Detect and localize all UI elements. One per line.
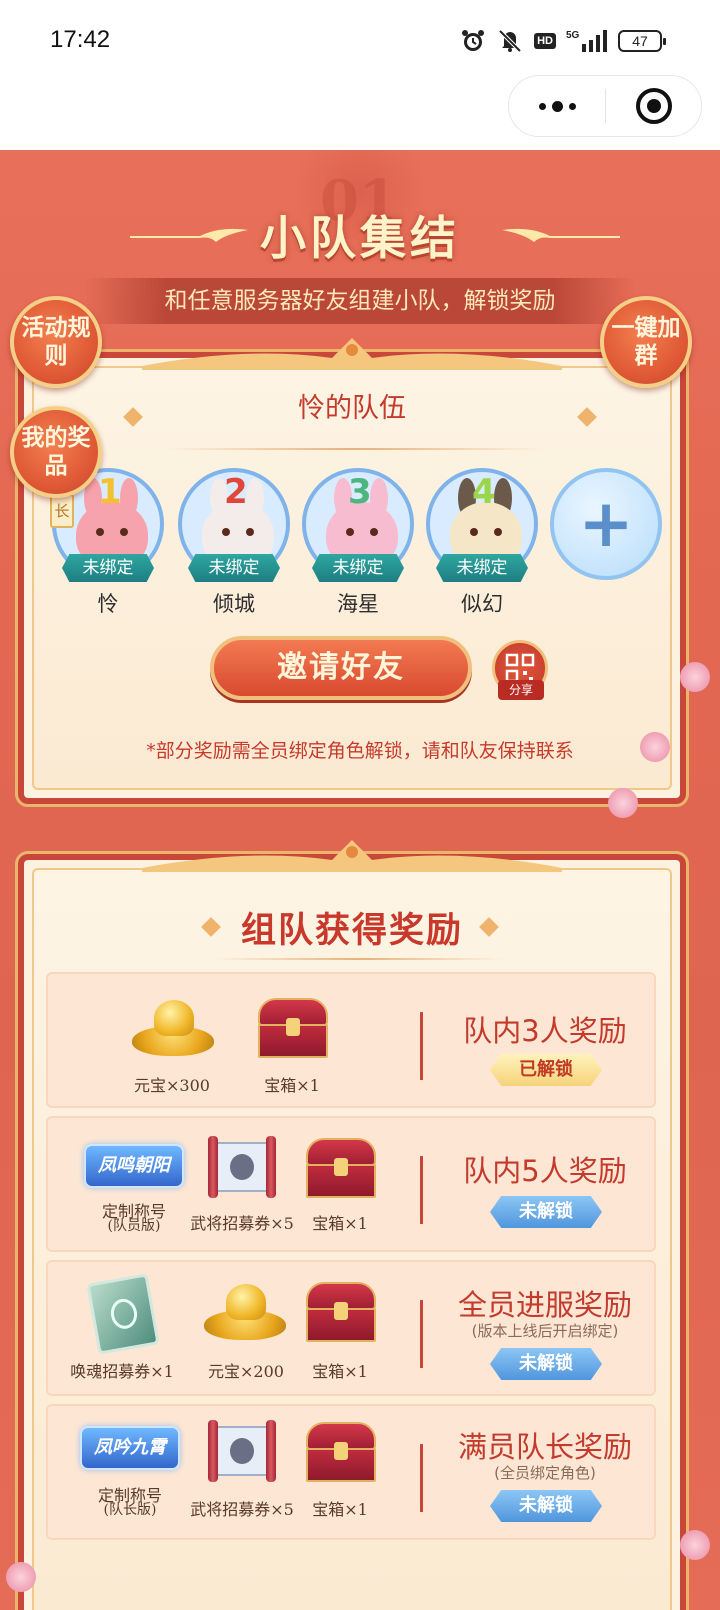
card-crown-ornament [142, 338, 562, 370]
wing-left-icon [130, 228, 248, 242]
reward-item: 宝箱×1 [304, 1422, 378, 1519]
rewards-divider [214, 958, 504, 960]
ingot-icon [204, 1282, 286, 1344]
mute-icon [498, 29, 522, 53]
card-crown-ornament [142, 840, 562, 872]
reward-item: 唤魂招募券×1 [70, 1273, 174, 1381]
blossom-decor [680, 662, 710, 692]
blossom-decor [680, 1530, 710, 1560]
my-prizes-button[interactable]: 我的奖品 [10, 406, 102, 498]
reward-item: 凤鸣朝阳 定制称号 (队员版) [84, 1144, 184, 1234]
rewards-title: 组队获得奖励 [240, 910, 463, 951]
title-badge-icon: 凤吟九霄 [80, 1426, 180, 1470]
status-bar: 17:42 HD 5G 47 [0, 0, 720, 80]
alarm-icon [462, 30, 485, 51]
treasure-chest-icon [304, 1422, 378, 1484]
row-divider [420, 1444, 423, 1512]
member-slot[interactable]: 2 未绑定 倾城 [178, 468, 290, 618]
treasure-chest-icon [304, 1282, 378, 1344]
event-page: 01 小队集结 和任意服务器好友组建小队，解锁奖励 怜的队伍 1 未绑定 怜 2 [0, 150, 720, 1610]
blossom-decor [640, 732, 670, 762]
member-slot[interactable]: 3 未绑定 海星 [302, 468, 414, 618]
reward-row: 元宝×300 宝箱×1 队内3人奖励 已解锁 [46, 972, 656, 1108]
reward-item: 宝箱×1 [304, 1282, 378, 1381]
reward-row: 凤鸣朝阳 定制称号 (队员版) 武将招募券×5 宝箱×1 队内5人奖励 未解锁 [46, 1116, 656, 1252]
summon-card-icon [86, 1273, 160, 1355]
plus-icon: + [578, 485, 634, 562]
leader-tag: 长 [50, 494, 74, 528]
avatar-number: 1 [98, 472, 122, 512]
target-close-icon [635, 88, 672, 124]
blossom-decor [6, 1562, 36, 1592]
hd-icon: HD [534, 33, 556, 49]
share-label: 分享 [498, 680, 544, 700]
unlock-status-badge: 未解锁 [490, 1196, 602, 1228]
member-name: 海星 [337, 592, 379, 616]
member-name: 倾城 [213, 592, 255, 616]
reward-tier-title: 满员队长奖励 [457, 1430, 632, 1464]
bind-status-badge: 未绑定 [62, 554, 154, 582]
blossom-decor [608, 788, 638, 818]
reward-tier-note: (全员绑定角色) [494, 1464, 596, 1482]
status-icons: HD 5G 47 [460, 28, 666, 54]
join-group-button[interactable]: 一键加群 [600, 296, 692, 388]
hero-title-wrap: 小队集结 [0, 202, 720, 268]
row-divider [420, 1012, 423, 1080]
unlock-status-badge: 未解锁 [490, 1490, 602, 1522]
reward-item: 武将招募券×5 [190, 1418, 294, 1519]
scroll-icon [206, 1134, 278, 1200]
bind-status-badge: 未绑定 [436, 554, 528, 582]
reward-tier-title: 全员进服奖励 [457, 1288, 632, 1322]
rules-button[interactable]: 活动规则 [10, 296, 102, 388]
signal-5g-icon: 5G [566, 30, 607, 52]
unlock-status-badge: 未解锁 [490, 1348, 602, 1380]
member-slot[interactable]: 4 未绑定 似幻 [426, 468, 538, 618]
row-divider [420, 1156, 423, 1224]
treasure-chest-icon [304, 1138, 378, 1200]
avatar-number: 2 [224, 472, 248, 512]
reward-item-label: 宝箱×1 [312, 1500, 368, 1519]
reward-item: 凤吟九霄 定制称号 (队长版) [80, 1426, 180, 1518]
row-divider [420, 1300, 423, 1368]
status-time: 17:42 [50, 26, 111, 53]
page-subtitle: 和任意服务器好友组建小队，解锁奖励 [84, 278, 636, 324]
unlock-status-badge: 已解锁 [490, 1054, 602, 1086]
reward-item-label: 宝箱×1 [312, 1214, 368, 1233]
treasure-chest-icon [256, 998, 330, 1060]
reward-tier-title: 队内5人奖励 [463, 1154, 627, 1188]
bind-status-badge: 未绑定 [312, 554, 404, 582]
reward-item: 元宝×200 [204, 1282, 286, 1381]
miniprogram-capsule [508, 75, 702, 137]
reward-item-label: 宝箱×1 [312, 1362, 368, 1381]
scroll-icon [206, 1418, 278, 1484]
member-name: 似幻 [461, 592, 503, 616]
reward-tier-title: 队内3人奖励 [463, 1014, 627, 1048]
reward-item: 元宝×300 [132, 998, 214, 1095]
ingot-icon [132, 998, 214, 1060]
close-button[interactable] [606, 88, 701, 124]
member-name: 怜 [97, 592, 119, 616]
title-badge-icon: 凤鸣朝阳 [84, 1144, 184, 1188]
reward-row: 唤魂招募券×1 元宝×200 宝箱×1 全员进服奖励 (版本上线后开启绑定) 未… [46, 1260, 656, 1396]
avatar-number: 3 [348, 472, 372, 512]
battery-indicator: 47 [618, 30, 666, 52]
reward-item: 宝箱×1 [304, 1138, 378, 1233]
qr-code-icon [505, 653, 535, 683]
team-divider [164, 448, 544, 450]
add-member-button[interactable]: + [550, 468, 662, 580]
more-dots-icon[interactable] [509, 76, 605, 136]
avatar-number: 4 [472, 472, 496, 512]
invite-friends-button[interactable]: 邀请好友 [210, 636, 472, 700]
wing-right-icon [502, 228, 620, 242]
reward-row: 凤吟九霄 定制称号 (队长版) 武将招募券×5 宝箱×1 满员队长奖励 (全员绑… [46, 1404, 656, 1540]
reward-item: 宝箱×1 [256, 998, 330, 1095]
bind-notice: *部分奖励需全员绑定角色解锁，请和队友保持联系 [146, 740, 574, 762]
bind-status-badge: 未绑定 [188, 554, 280, 582]
reward-item-label: 宝箱×1 [264, 1076, 320, 1095]
reward-tier-note: (版本上线后开启绑定) [471, 1322, 619, 1340]
reward-item: 武将招募券×5 [190, 1134, 294, 1233]
svg-text:5G: 5G [566, 30, 580, 41]
